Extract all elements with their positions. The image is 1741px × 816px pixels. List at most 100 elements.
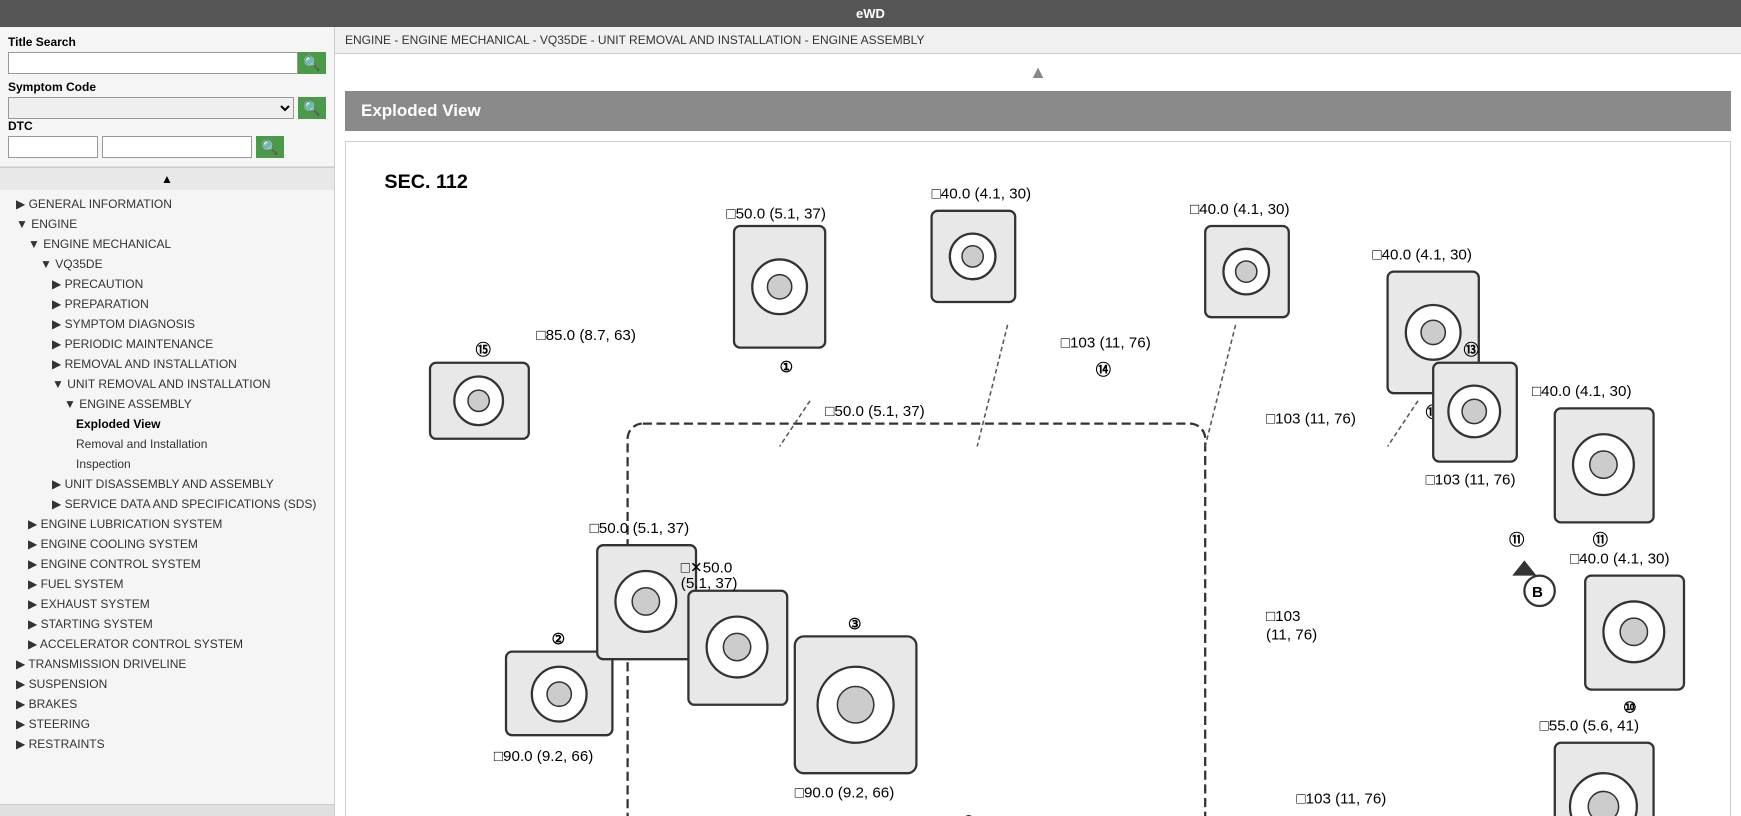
tree-item-28[interactable]: ▶ RESTRAINTS — [0, 734, 334, 754]
tree-item-17[interactable]: ▶ ENGINE LUBRICATION SYSTEM — [0, 514, 334, 534]
tree-item-27[interactable]: ▶ STEERING — [0, 714, 334, 734]
tree-item-9[interactable]: ▶ REMOVAL AND INSTALLATION — [0, 354, 334, 374]
section-title: Exploded View — [345, 91, 1731, 131]
scroll-up-button[interactable]: ▲ — [335, 54, 1741, 87]
svg-text:(5.1, 37): (5.1, 37) — [681, 575, 738, 592]
symptom-code-label: Symptom Code — [8, 80, 326, 94]
tree-item-24[interactable]: ▶ TRANSMISSION DRIVELINE — [0, 654, 334, 674]
svg-text:⑩: ⑩ — [1623, 699, 1637, 716]
svg-text:□103 (11, 76): □103 (11, 76) — [1426, 471, 1516, 488]
svg-text:□40.0 (4.1, 30): □40.0 (4.1, 30) — [1372, 246, 1472, 263]
svg-text:□103: □103 — [1266, 608, 1301, 625]
app-header: eWD — [0, 0, 1741, 27]
bolt-top-14: □103 (11, 76) ⑭ — [1061, 335, 1151, 379]
sidebar: Title Search 🔍 Symptom Code 🔍 DTC — [0, 27, 335, 816]
tree-item-18[interactable]: ▶ ENGINE COOLING SYSTEM — [0, 534, 334, 554]
svg-text:③: ③ — [848, 616, 862, 633]
svg-text:□90.0 (9.2, 66): □90.0 (9.2, 66) — [494, 748, 594, 765]
svg-text:⑮: ⑮ — [476, 341, 491, 359]
breadcrumb: ENGINE - ENGINE MECHANICAL - VQ35DE - UN… — [335, 27, 1741, 54]
mount-cross: □✕50.0 (5.1, 37) — [681, 560, 787, 705]
tree-item-16[interactable]: ▶ SERVICE DATA AND SPECIFICATIONS (SDS) — [0, 494, 334, 514]
svg-text:SEC. 112: SEC. 112 — [384, 171, 467, 193]
tree-item-3[interactable]: ▼ ENGINE MECHANICAL — [0, 234, 334, 254]
exploded-view-diagram: SEC. 112 □90.0 (9.2, 66) ② — [354, 150, 1722, 816]
tree-item-14[interactable]: Inspection — [0, 454, 334, 474]
svg-text:□103 (11, 76): □103 (11, 76) — [1296, 791, 1386, 808]
svg-text:□50.0 (5.1, 37): □50.0 (5.1, 37) — [590, 520, 690, 537]
tree-item-21[interactable]: ▶ EXHAUST SYSTEM — [0, 594, 334, 614]
dtc-input-1[interactable] — [8, 136, 98, 158]
symptom-code-row: 🔍 — [8, 97, 326, 119]
dtc-label: DTC — [8, 119, 326, 133]
svg-text:⑪: ⑪ — [1509, 531, 1524, 549]
title-search-input[interactable] — [8, 52, 298, 74]
title-search-button[interactable]: 🔍 — [298, 52, 326, 74]
svg-text:□40.0 (4.1, 30): □40.0 (4.1, 30) — [1570, 550, 1670, 567]
search-area: Title Search 🔍 Symptom Code 🔍 DTC — [0, 27, 334, 167]
title-search-label: Title Search — [8, 35, 326, 49]
content-scroll[interactable]: ▲ Exploded View SEC. 112 — [335, 54, 1741, 816]
tree-item-20[interactable]: ▶ FUEL SYSTEM — [0, 574, 334, 594]
symptom-search-button[interactable]: 🔍 — [298, 97, 326, 119]
tree-item-6[interactable]: ▶ PREPARATION — [0, 294, 334, 314]
tree-item-7[interactable]: ▶ SYMPTOM DIAGNOSIS — [0, 314, 334, 334]
search-icon-2: 🔍 — [303, 100, 320, 117]
svg-text:②: ② — [552, 631, 566, 648]
tree-item-19[interactable]: ▶ ENGINE CONTROL SYSTEM — [0, 554, 334, 574]
tree-item-8[interactable]: ▶ PERIODIC MAINTENANCE — [0, 334, 334, 354]
tree-item-2[interactable]: ▼ ENGINE — [0, 214, 334, 234]
content-area: ENGINE - ENGINE MECHANICAL - VQ35DE - UN… — [335, 27, 1741, 816]
tree-item-11[interactable]: ▼ ENGINE ASSEMBLY — [0, 394, 334, 414]
svg-text:□103 (11, 76): □103 (11, 76) — [1061, 335, 1151, 352]
tree-item-13[interactable]: Removal and Installation — [0, 434, 334, 454]
mount-left: □90.0 (9.2, 66) ② — [494, 631, 613, 765]
tree-item-12[interactable]: Exploded View — [0, 414, 334, 434]
tree-item-22[interactable]: ▶ STARTING SYSTEM — [0, 614, 334, 634]
dtc-row: 🔍 — [8, 136, 326, 158]
app-title: eWD — [856, 6, 885, 21]
svg-text:□50.0 (5.1, 37): □50.0 (5.1, 37) — [825, 403, 925, 420]
svg-text:①: ① — [780, 359, 794, 376]
symptom-code-select[interactable] — [8, 97, 294, 119]
diagram-container: SEC. 112 □90.0 (9.2, 66) ② — [345, 141, 1731, 816]
mount-topright1: □40.0 (4.1, 30) — [1190, 201, 1290, 317]
tree-item-5[interactable]: ▶ PRECAUTION — [0, 274, 334, 294]
mount-topcenter: □50.0 (5.1, 37) ① — [726, 205, 826, 376]
svg-text:□55.0 (5.6, 41): □55.0 (5.6, 41) — [1540, 718, 1640, 735]
mount-right-lower: □55.0 (5.6, 41) ⑨ — [1540, 718, 1654, 816]
svg-text:□40.0 (4.1, 30): □40.0 (4.1, 30) — [932, 186, 1032, 203]
tree-item-4[interactable]: ▼ VQ35DE — [0, 254, 334, 274]
tree-item-1[interactable]: ▶ GENERAL INFORMATION — [0, 194, 334, 214]
tree-item-26[interactable]: ▶ BRAKES — [0, 694, 334, 714]
horizontal-scrollbar[interactable] — [0, 804, 334, 816]
tree-item-25[interactable]: ▶ SUSPENSION — [0, 674, 334, 694]
navigation-tree: ▶ GENERAL INFORMATION▼ ENGINE▼ ENGINE ME… — [0, 190, 334, 804]
tree-item-10[interactable]: ▼ UNIT REMOVAL AND INSTALLATION — [0, 374, 334, 394]
collapse-sidebar-button[interactable] — [0, 167, 334, 190]
dtc-input-2[interactable] — [102, 136, 252, 158]
tree-item-23[interactable]: ▶ ACCELERATOR CONTROL SYSTEM — [0, 634, 334, 654]
tree-item-15[interactable]: ▶ UNIT DISASSEMBLY AND ASSEMBLY — [0, 474, 334, 494]
svg-text:(11, 76): (11, 76) — [1266, 626, 1317, 643]
mount-right-upper: □40.0 (4.1, 30) ⑪ — [1532, 383, 1654, 549]
mount-upper-bracket-13: ⑬ □103 (11, 76) — [1426, 341, 1517, 488]
dtc-search-button[interactable]: 🔍 — [256, 136, 284, 158]
svg-text:⑬: ⑬ — [1464, 341, 1479, 359]
mount-topleft: □85.0 (8.7, 63) ⑮ — [430, 327, 636, 439]
search-icon-3: 🔍 — [261, 139, 278, 156]
engine-center-mount: ③ □90.0 (9.2, 66) — [795, 616, 917, 802]
torque-mount-top: □40.0 (4.1, 30) — [932, 186, 1032, 302]
svg-text:⑭: ⑭ — [1096, 361, 1111, 379]
svg-text:□40.0 (4.1, 30): □40.0 (4.1, 30) — [1190, 201, 1290, 218]
search-icon: 🔍 — [303, 55, 320, 72]
svg-text:□85.0 (8.7, 63): □85.0 (8.7, 63) — [536, 327, 636, 344]
svg-text:⑪: ⑪ — [1593, 531, 1608, 549]
svg-text:□90.0 (9.2, 66): □90.0 (9.2, 66) — [795, 785, 895, 802]
mount-right-mid: □40.0 (4.1, 30) ⑩ — [1570, 550, 1684, 716]
svg-text:□40.0 (4.1, 30): □40.0 (4.1, 30) — [1532, 383, 1632, 400]
svg-text:B: B — [1532, 584, 1543, 601]
svg-text:□50.0 (5.1, 37): □50.0 (5.1, 37) — [726, 205, 826, 222]
title-search-row: 🔍 — [8, 52, 326, 74]
svg-text:□103 (11, 76): □103 (11, 76) — [1266, 411, 1356, 428]
